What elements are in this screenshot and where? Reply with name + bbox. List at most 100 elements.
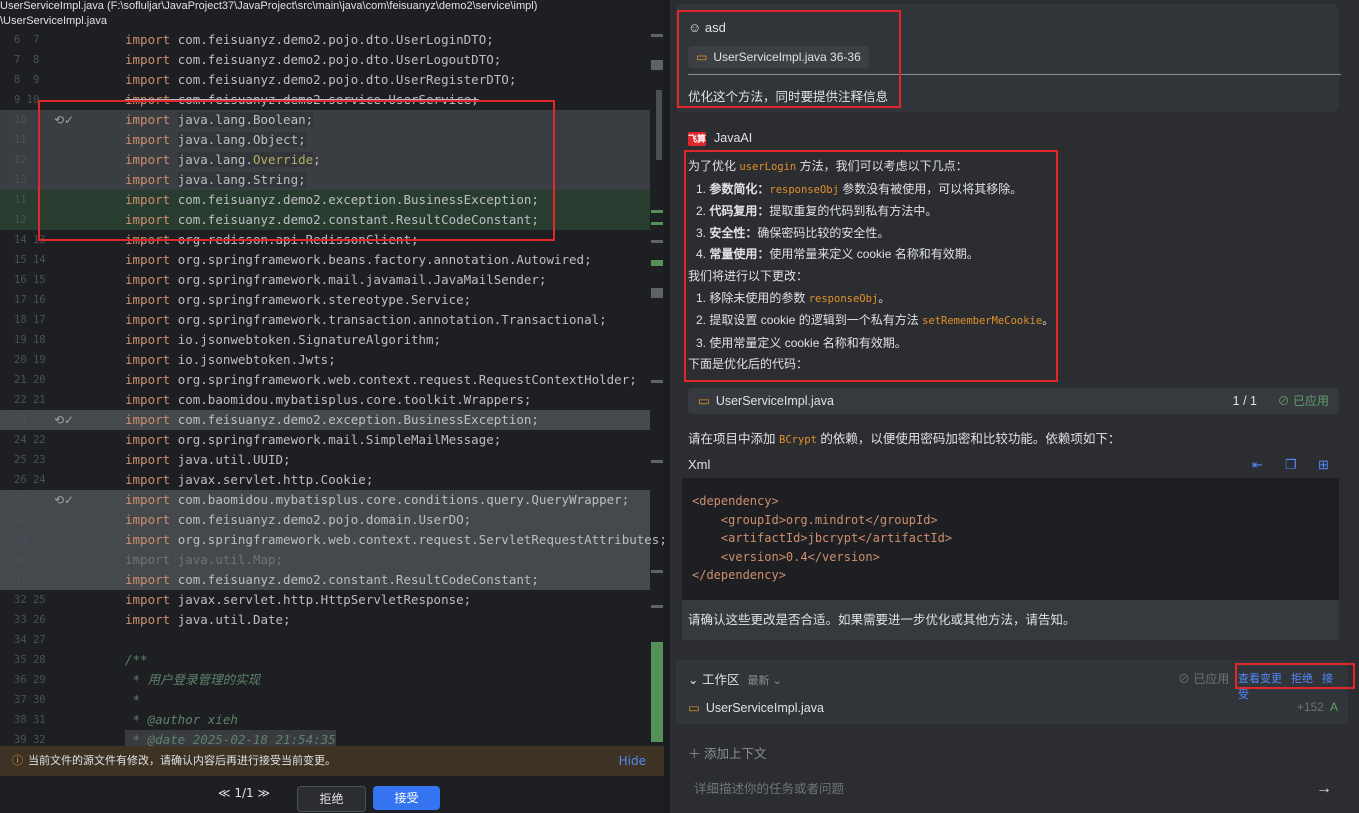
user-row: ☺ asd — [688, 20, 726, 35]
chat-input[interactable]: 详细描述你的任务或者问题 — [694, 778, 844, 797]
code-line[interactable]: 17 16 import org.springframework.stereoty… — [0, 290, 650, 310]
accept-button[interactable]: 接受 — [373, 786, 440, 810]
code-line[interactable]: 25 23 import java.util.UUID; — [0, 450, 650, 470]
code-line[interactable]: 21 20 import org.springframework.web.cont… — [0, 370, 650, 390]
code-line[interactable]: 36 29 * 用户登录管理的实现 — [0, 670, 650, 690]
code-line: <artifactId>jbcrypt</artifactId> — [692, 531, 953, 545]
diff-editor-pane: UserServiceImpl.java (F:\sofluljar\JavaP… — [0, 0, 664, 813]
added-line[interactable]: 12 import com.feisuanyz.demo2.constant.Re… — [0, 210, 650, 230]
removed-line[interactable]: 29 import org.springframework.web.context… — [0, 530, 664, 550]
code-line[interactable]: 6 7 import com.feisuanyz.demo2.pojo.dto.U… — [0, 30, 650, 50]
code-block[interactable]: <dependency> <groupId>org.mindrot</group… — [682, 478, 1339, 600]
diff-stat: +152 A — [1296, 700, 1338, 714]
code-line[interactable]: 35 28/** — [0, 650, 650, 670]
dependency-note: 请在项目中添加 BCrypt 的依赖，以便使用密码加密和比较功能。依赖项如下： — [688, 432, 1121, 446]
revert-icon[interactable]: ⟲✓ — [54, 490, 94, 510]
applied-count: 1 / 1 — [1232, 394, 1257, 408]
list-item: 3. 使用常量定义 cookie 名称和有效期。 — [696, 335, 907, 350]
file-path-line2: \UserServiceImpl.java — [0, 15, 107, 27]
code-block-header: Xml ⇤ ❐ ⊞ — [682, 452, 1339, 478]
removed-line[interactable]: 30 import java.util.Map; — [0, 550, 650, 570]
code-line[interactable]: 14 13 import org.redisson.api.RedissonCli… — [0, 230, 650, 250]
version-select[interactable]: 最新 ⌄ — [747, 675, 781, 687]
code-line[interactable]: 22 21 import com.baomidou.mybatisplus.cor… — [0, 390, 650, 410]
send-icon[interactable]: → — [1316, 780, 1332, 798]
scroll-marker — [651, 570, 663, 573]
code-line[interactable]: 19 18 import io.jsonwebtoken.SignatureAlg… — [0, 330, 650, 350]
code-line[interactable]: 26 24 import javax.servlet.http.Cookie; — [0, 470, 650, 490]
code-line[interactable]: 20 19 import io.jsonwebtoken.Jwts; — [0, 350, 650, 370]
scroll-marker — [651, 605, 663, 608]
code-line[interactable]: 16 15 import org.springframework.mail.jav… — [0, 270, 650, 290]
scroll-marker — [651, 380, 663, 383]
revert-icon[interactable]: ⟲✓ — [54, 110, 94, 130]
chevron-down-icon: ⌄ — [688, 673, 699, 687]
list-item: 2. 代码复用：提取重复的代码到私有方法中。 — [696, 204, 938, 219]
scroll-marker — [651, 240, 663, 243]
code-line[interactable]: 18 17 import org.springframework.transact… — [0, 310, 650, 330]
file-path-line1: UserServiceImpl.java (F:\sofluljar\JavaP… — [0, 0, 538, 12]
scroll-marker — [651, 60, 663, 70]
scroll-marker — [651, 460, 663, 463]
copy-icon[interactable]: ❐ — [1285, 452, 1297, 478]
code-line[interactable]: 8 9 import com.feisuanyz.demo2.pojo.dto.U… — [0, 70, 650, 90]
ai-header: 飞算 JavaAI — [688, 131, 752, 146]
applied-status: ⊘ 已应用 — [1178, 672, 1230, 686]
diff-navigator[interactable]: ≪ 1/1 ≫ — [218, 786, 270, 800]
code-line[interactable]: 39 32 * @date 2025-02-18 21:54:35 — [0, 730, 650, 746]
removed-line[interactable]: 31 import com.feisuanyz.demo2.constant.Re… — [0, 570, 650, 590]
ai-logo: 飞算 — [688, 132, 707, 146]
reject-button[interactable]: 拒绝 — [297, 786, 366, 812]
code-line: </dependency> — [692, 568, 786, 582]
revert-icon[interactable]: ⟲✓ — [54, 410, 94, 430]
removed-line[interactable]: 11 import java.lang.Object; — [0, 130, 650, 150]
add-context-button[interactable]: ＋ 添加上下文 — [688, 743, 767, 762]
applied-status: ⊘ 已应用 — [1277, 394, 1329, 408]
removed-line[interactable]: 27 ⟲✓ import com.baomidou.mybatisplus.core… — [0, 490, 650, 510]
code-line[interactable]: 9 10 import com.feisuanyz.demo2.service.U… — [0, 90, 650, 110]
scroll-marker — [651, 260, 663, 266]
hide-link[interactable]: Hide — [619, 746, 646, 776]
workspace-actions: 查看变更 拒绝 接受 — [1238, 670, 1348, 702]
removed-line[interactable]: 13 import java.lang.String; — [0, 170, 650, 190]
file-reference-chip[interactable]: ▭ UserServiceImpl.java 36-36 — [688, 46, 869, 68]
ai-name: JavaAI — [714, 131, 753, 145]
scroll-marker — [651, 222, 663, 225]
list-item: 1. 参数简化：responseObj 参数没有被使用，可以将其移除。 — [696, 181, 1023, 196]
scrollbar-thumb[interactable] — [656, 90, 662, 160]
ai-response: 飞算 JavaAI 为了优化 userLogin 方法，我们可以考虑以下几点： 1… — [676, 120, 1339, 650]
removed-line[interactable]: 10 ⟲✓ import java.lang.Boolean; — [0, 110, 650, 130]
ai-explanation: 为了优化 userLogin 方法，我们可以考虑以下几点： 1. 参数简化：re… — [688, 159, 1055, 372]
code-line[interactable]: 33 26 import java.util.Date; — [0, 610, 650, 630]
code-line[interactable]: 24 22 import org.springframework.mail.Sim… — [0, 430, 650, 450]
ai-chat-panel: ☺ asd ▭ UserServiceImpl.java 36-36 优化这个方法… — [670, 0, 1359, 813]
view-changes-link[interactable]: 查看变更 — [1238, 673, 1282, 685]
list-item: 3. 安全性：确保密码比较的安全性。 — [696, 225, 890, 240]
removed-line[interactable]: 23 ⟲✓ import com.feisuanyz.demo2.exception… — [0, 410, 650, 430]
chat-input-area: ＋ 添加上下文 详细描述你的任务或者问题 → — [676, 732, 1348, 813]
code-line[interactable]: 34 27 — [0, 630, 650, 650]
applied-file-bar[interactable]: ▭ UserServiceImpl.java 1 / 1 ⊘ 已应用 — [688, 388, 1339, 414]
workspace-file[interactable]: ▭ UserServiceImpl.java — [688, 700, 824, 715]
code-line[interactable]: 38 31 * @author xieh — [0, 710, 650, 730]
scroll-marker — [651, 642, 663, 742]
code-line[interactable]: 32 25 import javax.servlet.http.HttpServl… — [0, 590, 650, 610]
code-line[interactable]: 15 14 import org.springframework.beans.fa… — [0, 250, 650, 270]
code-line: <dependency> — [692, 494, 779, 508]
code-line[interactable]: 7 8 import com.feisuanyz.demo2.pojo.dto.U… — [0, 50, 650, 70]
new-file-icon[interactable]: ⊞ — [1318, 452, 1329, 478]
added-line[interactable]: 11 import com.feisuanyz.demo2.exception.B… — [0, 190, 650, 210]
code-line: <groupId>org.mindrot</groupId> — [692, 512, 938, 527]
workspace-toggle[interactable]: ⌄ 工作区 最新 ⌄ — [688, 669, 782, 688]
code-area[interactable]: 6 7 import com.feisuanyz.demo2.pojo.dto.U… — [0, 30, 664, 746]
removed-line[interactable]: 28 import com.feisuanyz.demo2.pojo.domain… — [0, 510, 650, 530]
code-line[interactable]: 37 30 * — [0, 690, 650, 710]
notification-text: 当前文件的源文件有修改，请确认内容后再进行接受当前变更。 — [28, 754, 336, 767]
reject-link[interactable]: 拒绝 — [1291, 673, 1313, 685]
user-message-card: ☺ asd ▭ UserServiceImpl.java 36-36 优化这个方法… — [676, 4, 1341, 112]
list-item: 2. 提取设置 cookie 的逻辑到一个私有方法 setRememberMeC… — [696, 313, 1055, 328]
removed-line[interactable]: 12 import java.lang.Override; — [0, 150, 650, 170]
info-icon: ⓘ — [12, 754, 23, 767]
insert-code-icon[interactable]: ⇤ — [1252, 452, 1263, 478]
diff-action-bar: ≪ 1/1 ≫ 拒绝 接受 — [0, 776, 664, 813]
